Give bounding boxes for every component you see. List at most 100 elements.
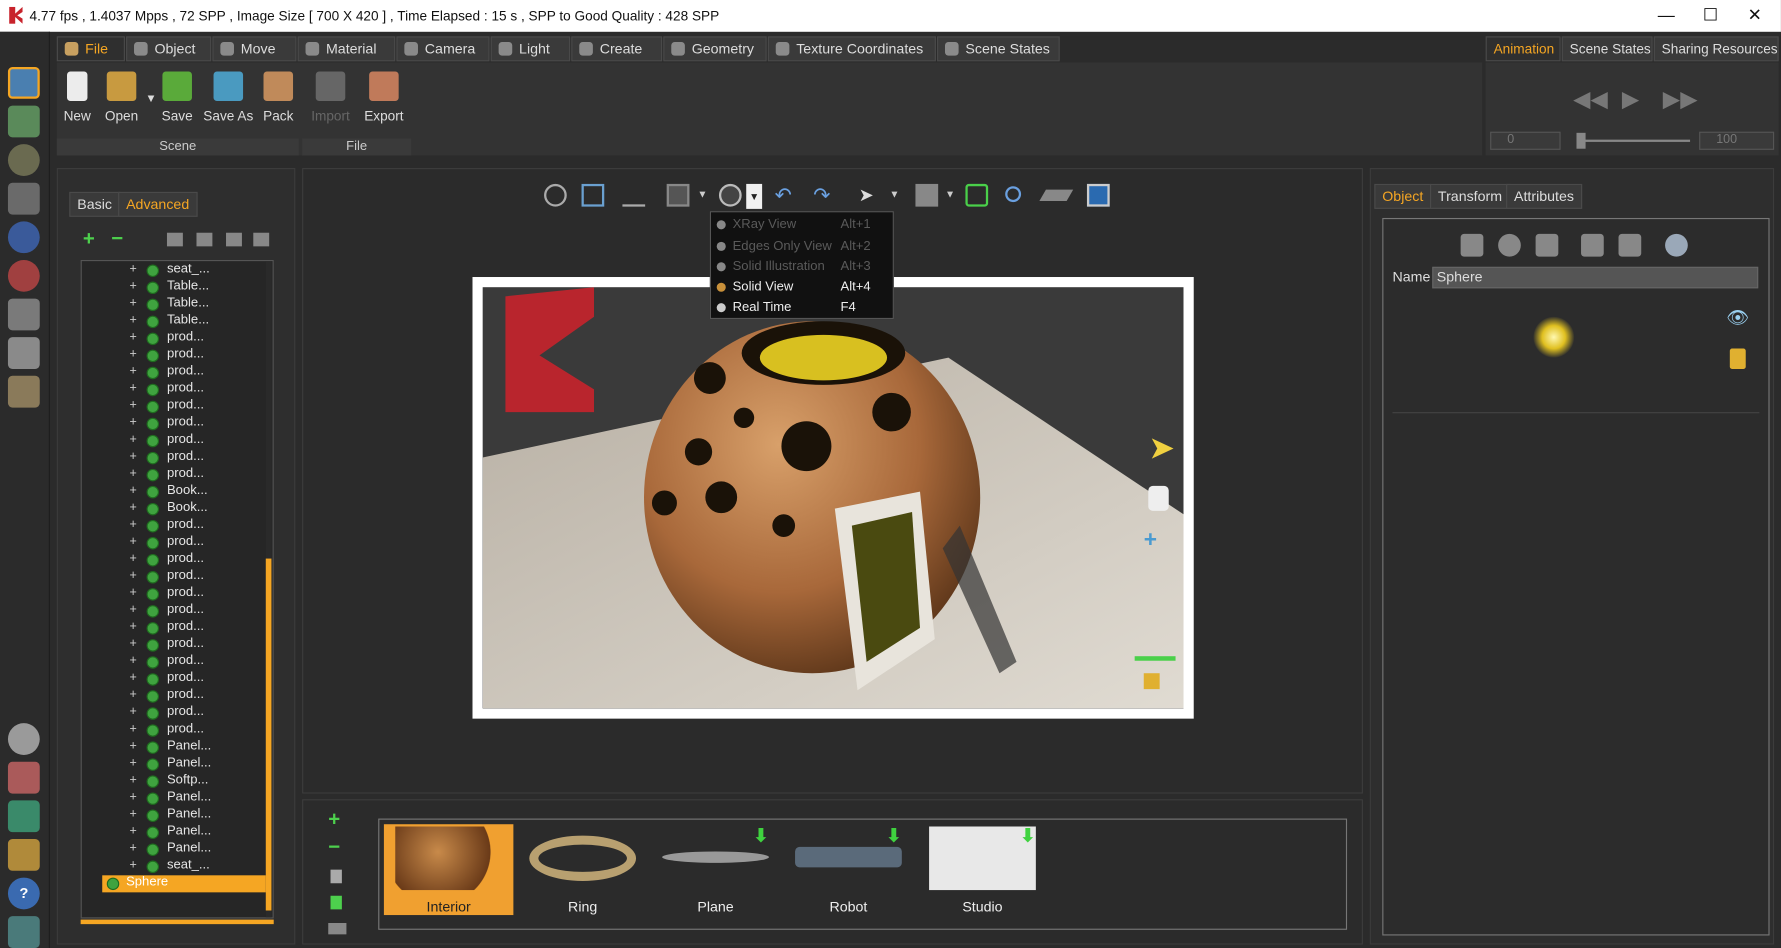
tab-attributes[interactable]: Attributes <box>1506 183 1582 209</box>
tree-item[interactable]: + Panel... <box>82 756 264 773</box>
select-cursor-icon[interactable]: ➤ <box>859 184 882 207</box>
tree-item[interactable]: + Panel... <box>82 824 264 841</box>
camera-tool-icon[interactable] <box>7 144 40 176</box>
tree-item[interactable]: + prod... <box>82 671 264 688</box>
menu-item-solid-illustration[interactable]: Solid Illustration Alt+3 <box>711 257 893 279</box>
tree-item[interactable]: + prod... <box>82 654 264 671</box>
tree-item[interactable]: + prod... <box>82 518 264 535</box>
group-icon[interactable] <box>166 232 183 247</box>
zoom-icon[interactable] <box>1005 186 1022 203</box>
import-button[interactable]: Import <box>307 71 355 124</box>
tree-item[interactable]: + prod... <box>82 637 264 654</box>
tab-transform[interactable]: Transform <box>1429 183 1511 209</box>
expand-icon[interactable]: + <box>129 416 136 430</box>
tab-object-props[interactable]: Object <box>1374 183 1432 209</box>
expand-icon[interactable]: + <box>129 501 136 515</box>
expand-icon[interactable]: + <box>129 279 136 293</box>
object-node-icon[interactable] <box>226 232 242 247</box>
expand-icon[interactable]: + <box>129 347 136 361</box>
expand-icon[interactable]: + <box>129 671 136 685</box>
expand-icon[interactable]: + <box>129 858 136 872</box>
anim-start-field[interactable]: 0 <box>1490 131 1561 150</box>
transfer-tool-icon[interactable] <box>7 800 40 833</box>
expand-icon[interactable]: + <box>129 841 136 855</box>
open-button[interactable]: Open <box>102 71 141 124</box>
tree-item[interactable]: + Panel... <box>82 841 264 858</box>
expand-icon[interactable]: + <box>129 637 136 651</box>
expand-icon[interactable]: + <box>129 398 136 412</box>
gallery-library-icon[interactable] <box>330 869 342 884</box>
pack-button[interactable]: Pack <box>261 71 295 124</box>
export-button[interactable]: Export <box>361 71 406 124</box>
tree-item[interactable]: + prod... <box>82 688 264 705</box>
tree-item[interactable]: + prod... <box>82 722 264 739</box>
pan-hand-icon[interactable] <box>1148 485 1169 511</box>
minimize-button[interactable]: — <box>1649 5 1683 28</box>
tree-item[interactable]: + prod... <box>82 450 264 467</box>
lock-icon[interactable] <box>1729 348 1746 369</box>
lock-slider-icon[interactable] <box>1134 656 1176 661</box>
expand-icon[interactable]: + <box>129 722 136 736</box>
tree-item[interactable]: + prod... <box>82 552 264 569</box>
tree-item[interactable]: + prod... <box>82 535 264 552</box>
expand-icon[interactable]: + <box>129 569 136 583</box>
tree-item-selected[interactable]: Sphere <box>102 875 267 893</box>
tree-item[interactable]: + prod... <box>82 398 264 415</box>
expand-icon[interactable]: + <box>129 807 136 821</box>
rewind-icon[interactable]: ◀◀ <box>1573 85 1608 113</box>
tree-item[interactable]: + Book... <box>82 484 264 501</box>
link-node-icon[interactable] <box>253 232 270 247</box>
focus-pick-icon[interactable] <box>622 184 646 207</box>
plane-download-icon[interactable]: ⬇ <box>753 824 769 845</box>
tree-hscroll[interactable] <box>80 919 274 925</box>
expand-icon[interactable]: + <box>129 313 136 327</box>
script-tool-icon[interactable] <box>7 337 40 369</box>
tree-item[interactable]: + Softp... <box>82 773 264 790</box>
menu-item-real-time[interactable]: Real Time F4 <box>711 297 893 319</box>
expand-icon[interactable]: + <box>129 535 136 549</box>
render-viewport[interactable]: ➤ + <box>472 277 1194 719</box>
screenshot-icon[interactable] <box>1086 183 1110 207</box>
gallery-item-robot[interactable]: ⬇ Robot <box>784 824 913 915</box>
expand-icon[interactable]: + <box>129 330 136 344</box>
tree-item[interactable]: + prod... <box>82 433 264 450</box>
tree-item[interactable]: + Table... <box>82 279 264 296</box>
gallery-item-plane[interactable]: ⬇ Plane <box>651 824 780 915</box>
gallery-download-icon[interactable] <box>330 895 342 910</box>
close-button[interactable]: ✕ <box>1738 5 1772 28</box>
zoom-in-out-icon[interactable]: + <box>1144 528 1157 554</box>
redo-icon[interactable]: ↷ <box>813 184 836 207</box>
tree-item[interactable]: + prod... <box>82 364 264 381</box>
add-node-button[interactable]: + <box>83 227 95 251</box>
camera-move-icon[interactable] <box>915 183 939 207</box>
expand-icon[interactable]: + <box>129 450 136 464</box>
expand-icon[interactable]: + <box>129 518 136 532</box>
expand-icon[interactable]: + <box>129 484 136 498</box>
render-image[interactable]: ➤ + <box>482 287 1184 709</box>
tab-object[interactable]: Object <box>126 36 212 62</box>
expand-icon[interactable]: + <box>129 552 136 566</box>
select-cursor-overlay-icon[interactable]: ➤ <box>1148 429 1175 466</box>
tab-right-scene-states[interactable]: Scene States <box>1561 36 1653 62</box>
tree-item[interactable]: + prod... <box>82 586 264 603</box>
open-dropdown-arrow-icon[interactable]: ▼ <box>145 93 156 105</box>
tree-item[interactable]: + prod... <box>82 347 264 364</box>
expand-icon[interactable]: + <box>129 773 136 787</box>
undo-icon[interactable]: ↶ <box>775 184 798 207</box>
object-name-field[interactable]: Sphere <box>1432 266 1759 289</box>
tree-item[interactable]: + prod... <box>82 381 264 398</box>
frame-all-icon[interactable] <box>965 183 989 207</box>
render-mode-icon[interactable] <box>666 183 690 207</box>
expand-icon[interactable]: + <box>129 586 136 600</box>
expand-icon[interactable]: + <box>129 433 136 447</box>
save-as-button[interactable]: Save As <box>202 71 254 124</box>
snap-icon[interactable] <box>1618 233 1642 257</box>
expand-icon[interactable]: + <box>129 603 136 617</box>
expand-icon[interactable]: + <box>129 654 136 668</box>
unlock-icon[interactable] <box>1143 673 1160 690</box>
expand-icon[interactable]: + <box>129 296 136 310</box>
save-button[interactable]: Save <box>161 71 193 124</box>
render-mode-dropdown-icon[interactable]: ▼ <box>697 188 707 199</box>
toolbox-tool-icon[interactable] <box>7 298 40 331</box>
new-button[interactable]: New <box>61 71 93 124</box>
